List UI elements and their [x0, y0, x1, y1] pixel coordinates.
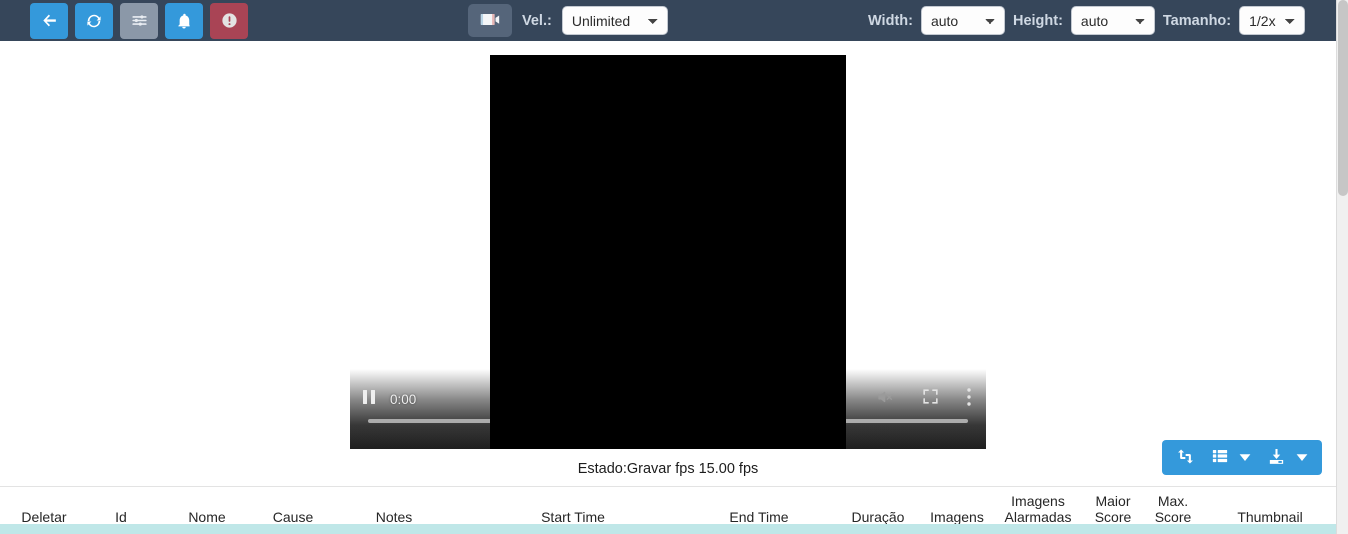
bell-icon: [175, 12, 193, 30]
height-select[interactable]: auto2404806007689601080: [1070, 6, 1155, 35]
scale-select[interactable]: Auto4x3x2x1x3/4x1/2x1/3x1/4x: [1239, 6, 1306, 35]
fullscreen-icon[interactable]: [921, 387, 940, 411]
video-area: 0:00 Estado:Gravar fps 15.00 fps: [0, 41, 1336, 477]
refresh-button[interactable]: [75, 2, 113, 39]
alarm-button[interactable]: [165, 2, 203, 39]
vertical-scrollbar-thumb[interactable]: [1338, 0, 1348, 196]
view-list-button[interactable]: [1203, 440, 1237, 475]
height-label: Height:: [1012, 12, 1063, 29]
bottom-accent-bar: [0, 524, 1336, 534]
view-list-caret-button[interactable]: [1237, 440, 1259, 475]
export-caret-button[interactable]: [1294, 440, 1316, 475]
settings-button[interactable]: [120, 2, 158, 39]
export-button[interactable]: [1259, 440, 1294, 475]
time-display: 0:00: [390, 391, 417, 407]
monitor-status-text: Estado:Gravar fps 15.00 fps: [577, 461, 759, 477]
video-frame[interactable]: [490, 55, 846, 449]
refresh-icon: [85, 12, 103, 30]
more-vertical-icon[interactable]: [966, 387, 972, 412]
toolbar-button-group: [30, 2, 248, 39]
sliders-icon: [130, 11, 149, 30]
caret-down-icon: [1239, 450, 1251, 465]
camera-button[interactable]: [468, 4, 512, 37]
exchange-icon: [1175, 447, 1196, 469]
speed-select[interactable]: Unlimited1x2x5x10x25x50x100x: [561, 6, 668, 35]
pause-icon[interactable]: [362, 389, 376, 410]
width-select[interactable]: auto3206408001024128016001920: [920, 6, 1005, 35]
playback-speed-cluster: Vel.: Unlimited1x2x5x10x25x50x100x: [468, 0, 668, 41]
arrow-left-icon: [40, 11, 59, 30]
vertical-scrollbar[interactable]: [1336, 0, 1348, 534]
video-player[interactable]: 0:00: [350, 55, 986, 449]
width-label: Width:: [868, 12, 913, 29]
exclamation-circle-icon: [220, 11, 239, 30]
caret-down-icon: [1296, 450, 1308, 465]
video-camera-icon: [479, 12, 501, 30]
refresh-events-button[interactable]: [1168, 440, 1203, 475]
top-toolbar: Vel.: Unlimited1x2x5x10x25x50x100x Width…: [0, 0, 1336, 41]
events-action-bar: [1162, 440, 1322, 475]
alert-button[interactable]: [210, 2, 248, 39]
download-icon: [1266, 447, 1287, 469]
volume-muted-icon[interactable]: [875, 388, 895, 411]
controls-left: 0:00: [362, 389, 416, 410]
speed-label: Vel.:: [522, 12, 552, 29]
back-button[interactable]: [30, 2, 68, 39]
dimension-cluster: Width: auto3206408001024128016001920 Hei…: [868, 0, 1306, 41]
scale-label: Tamanho:: [1162, 12, 1232, 29]
list-icon: [1210, 447, 1230, 468]
controls-right: [875, 387, 972, 412]
